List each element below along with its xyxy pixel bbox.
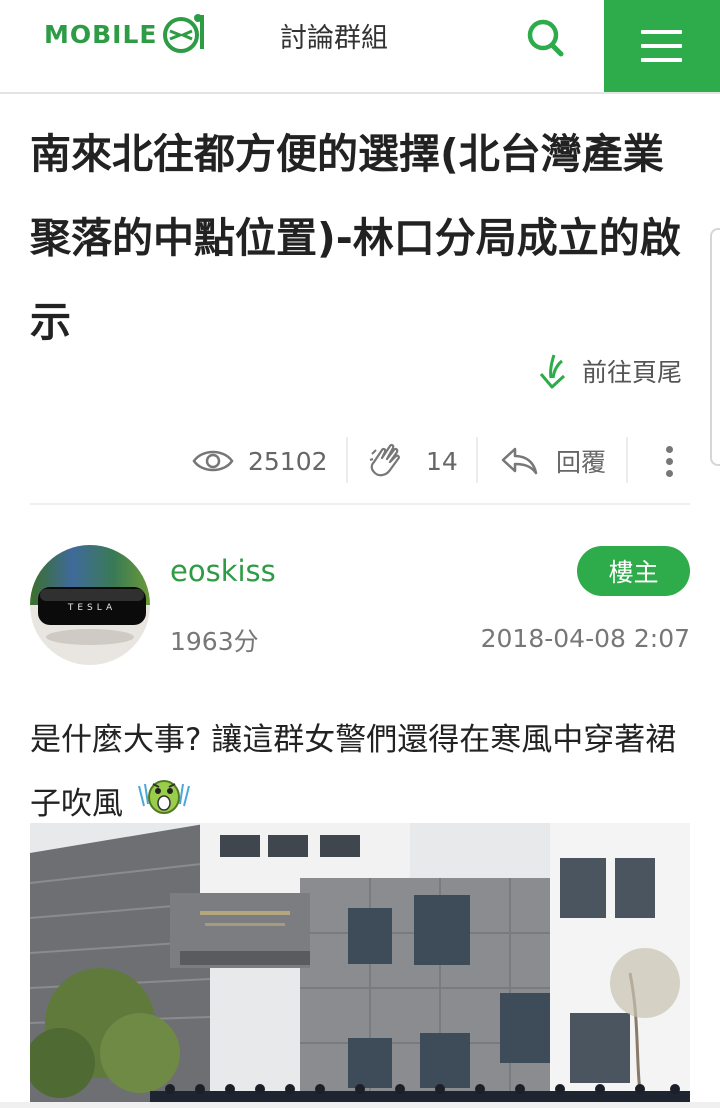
like-button[interactable]: 14: [368, 435, 458, 487]
menu-button[interactable]: [604, 0, 720, 92]
menu-icon-bar: [641, 58, 682, 62]
author-avatar[interactable]: TESLA: [30, 545, 150, 665]
author-name[interactable]: eoskiss: [170, 554, 276, 588]
stat-divider: [626, 437, 628, 483]
post-content: 是什麼大事? 讓這群女警們還得在寒風中穿著裙子吹風: [30, 708, 700, 838]
top-bar: MOBILE 討論群組: [0, 0, 720, 94]
op-badge: 樓主: [577, 546, 690, 596]
likes-count: 14: [426, 446, 458, 476]
scroll-handle[interactable]: [710, 228, 720, 466]
eye-icon: [192, 450, 234, 472]
logo-text: MOBILE: [44, 19, 158, 49]
go-to-bottom-label: 前往頁尾: [582, 358, 683, 387]
post-text: 是什麼大事? 讓這群女警們還得在寒風中穿著裙子吹風: [30, 722, 677, 822]
post-date: 2018-04-08 2:07: [480, 624, 690, 653]
menu-icon-bar: [641, 44, 682, 48]
go-to-bottom-link[interactable]: 前往頁尾: [536, 352, 682, 390]
author-points: 1963分: [170, 627, 259, 656]
search-icon[interactable]: [520, 14, 570, 62]
bottom-divider: [0, 1102, 720, 1108]
thread-title: 南來北往都方便的選擇(北台灣產業聚落的中點位置)-林口分局成立的啟示: [30, 130, 681, 346]
views-count: 25102: [248, 446, 328, 476]
menu-icon-bar: [641, 30, 682, 34]
post-photo[interactable]: [30, 823, 690, 1108]
views-stat: 25102: [192, 435, 328, 487]
stat-divider: [476, 437, 478, 483]
site-logo[interactable]: MOBILE: [44, 12, 206, 56]
stat-divider: [346, 437, 348, 483]
reply-icon: [501, 447, 538, 475]
section-divider: [30, 503, 690, 505]
section-title[interactable]: 討論群組: [280, 16, 388, 55]
logo-badge-icon: [162, 14, 204, 53]
avatar-text: TESLA: [67, 603, 116, 613]
arrow-down-icon: [539, 354, 566, 389]
reply-label: 回覆: [556, 448, 607, 477]
reply-button[interactable]: 回覆: [500, 435, 606, 487]
thread-stats-bar: 25102 14 回覆: [0, 435, 720, 487]
clap-icon: [369, 443, 400, 477]
more-options-icon[interactable]: [666, 446, 674, 482]
